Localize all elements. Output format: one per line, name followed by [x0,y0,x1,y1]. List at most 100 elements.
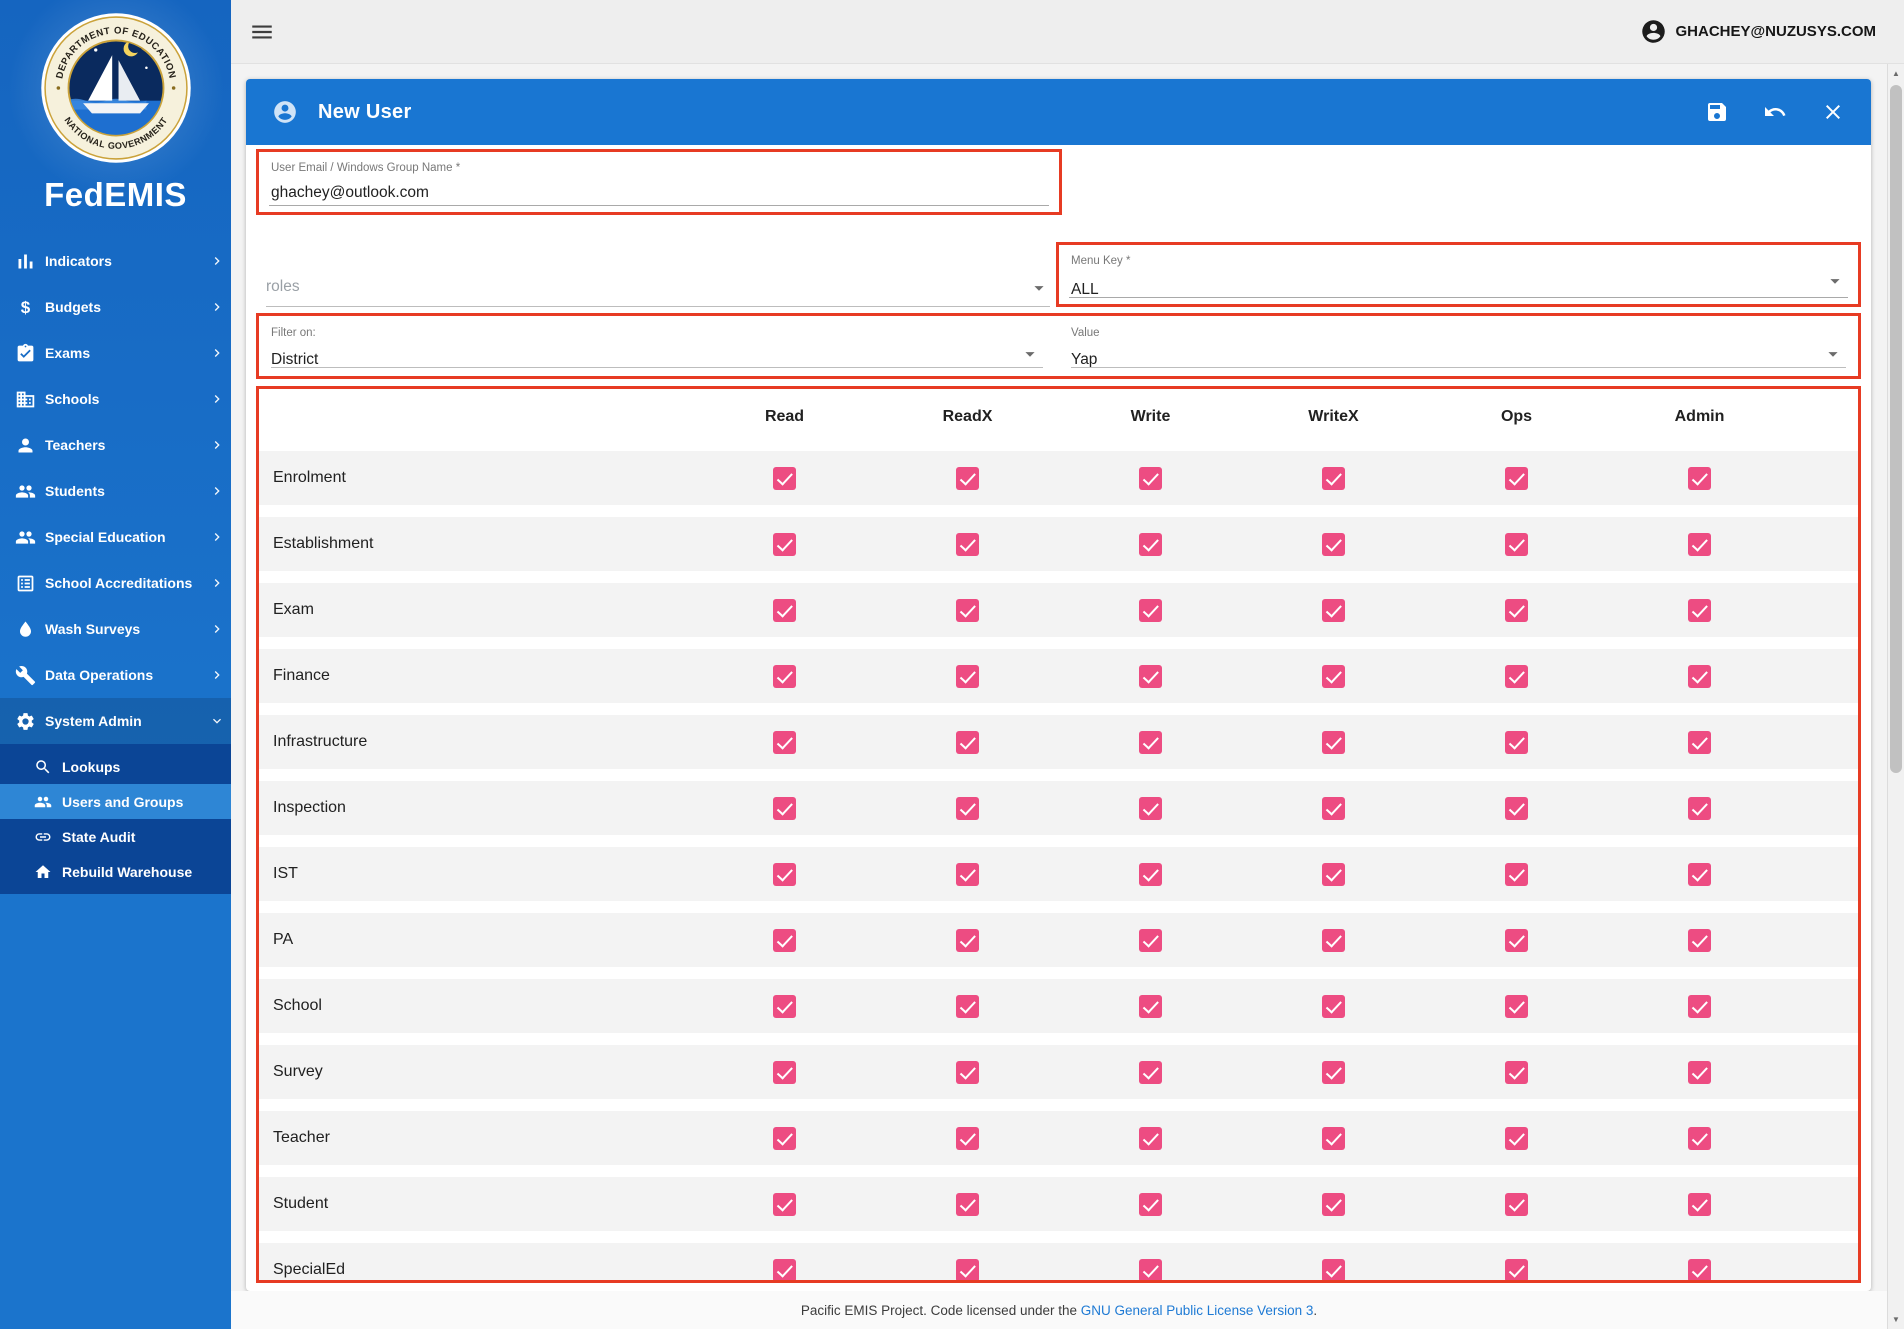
checkbox-teacher-ops[interactable] [1505,1126,1528,1150]
checkbox-pa-write[interactable] [1139,928,1162,952]
sidebar-item-system-admin[interactable]: System Admin [0,698,231,744]
checkbox-student-readx[interactable] [956,1192,979,1216]
checkbox-establishment-read[interactable] [773,532,796,556]
checkbox-student-writex[interactable] [1322,1192,1345,1216]
checkbox-finance-admin[interactable] [1688,664,1711,688]
checkbox-infrastructure-writex[interactable] [1322,730,1345,754]
checkbox-finance-write[interactable] [1139,664,1162,688]
checkbox-specialed-ops[interactable] [1505,1258,1528,1280]
checkbox-finance-writex[interactable] [1322,664,1345,688]
checkbox-school-read[interactable] [773,994,796,1018]
sidebar-item-teachers[interactable]: Teachers [0,422,231,468]
checkbox-school-writex[interactable] [1322,994,1345,1018]
checkbox-specialed-write[interactable] [1139,1258,1162,1280]
footer-license-link[interactable]: GNU General Public License Version 3 [1081,1303,1314,1318]
checkbox-establishment-write[interactable] [1139,532,1162,556]
checkbox-ist-write[interactable] [1139,862,1162,886]
sidebar-item-special-education[interactable]: Special Education [0,514,231,560]
filter-on-select[interactable]: Filter on: District [271,316,1043,376]
menu-key-field-group[interactable]: Menu Key * ALL [1056,242,1861,307]
scroll-up-arrow[interactable]: ▲ [1888,65,1904,82]
checkbox-finance-readx[interactable] [956,664,979,688]
checkbox-pa-writex[interactable] [1322,928,1345,952]
filter-value-select[interactable]: Value Yap [1071,316,1846,376]
checkbox-teacher-admin[interactable] [1688,1126,1711,1150]
checkbox-infrastructure-readx[interactable] [956,730,979,754]
checkbox-pa-admin[interactable] [1688,928,1711,952]
sidebar-subitem-state-audit[interactable]: State Audit [0,819,231,854]
checkbox-survey-readx[interactable] [956,1060,979,1084]
checkbox-teacher-write[interactable] [1139,1126,1162,1150]
checkbox-enrolment-ops[interactable] [1505,466,1528,490]
account-chip[interactable]: GHACHEY@NUZUSYS.COM [1640,18,1876,45]
checkbox-inspection-write[interactable] [1139,796,1162,820]
checkbox-specialed-writex[interactable] [1322,1258,1345,1280]
checkbox-ist-read[interactable] [773,862,796,886]
checkbox-exam-readx[interactable] [956,598,979,622]
checkbox-finance-read[interactable] [773,664,796,688]
checkbox-survey-read[interactable] [773,1060,796,1084]
sidebar-item-students[interactable]: Students [0,468,231,514]
sidebar-item-wash-surveys[interactable]: Wash Surveys [0,606,231,652]
checkbox-student-ops[interactable] [1505,1192,1528,1216]
checkbox-inspection-readx[interactable] [956,796,979,820]
checkbox-ist-readx[interactable] [956,862,979,886]
checkbox-pa-readx[interactable] [956,928,979,952]
checkbox-exam-write[interactable] [1139,598,1162,622]
checkbox-inspection-ops[interactable] [1505,796,1528,820]
checkbox-finance-ops[interactable] [1505,664,1528,688]
sidebar-subitem-rebuild-warehouse[interactable]: Rebuild Warehouse [0,854,231,889]
checkbox-establishment-admin[interactable] [1688,532,1711,556]
checkbox-specialed-read[interactable] [773,1258,796,1280]
checkbox-teacher-read[interactable] [773,1126,796,1150]
checkbox-enrolment-write[interactable] [1139,466,1162,490]
save-button[interactable] [1705,100,1729,124]
checkbox-school-admin[interactable] [1688,994,1711,1018]
checkbox-enrolment-admin[interactable] [1688,466,1711,490]
sidebar-item-indicators[interactable]: Indicators [0,238,231,284]
sidebar-subitem-users-and-groups[interactable]: Users and Groups [0,784,231,819]
checkbox-survey-admin[interactable] [1688,1060,1711,1084]
undo-button[interactable] [1763,100,1787,124]
close-button[interactable] [1821,100,1845,124]
sidebar-item-data-operations[interactable]: Data Operations [0,652,231,698]
checkbox-establishment-writex[interactable] [1322,532,1345,556]
menu-icon[interactable] [249,19,275,45]
checkbox-infrastructure-read[interactable] [773,730,796,754]
checkbox-infrastructure-ops[interactable] [1505,730,1528,754]
checkbox-infrastructure-write[interactable] [1139,730,1162,754]
roles-select[interactable]: roles [266,271,1050,307]
checkbox-inspection-writex[interactable] [1322,796,1345,820]
checkbox-infrastructure-admin[interactable] [1688,730,1711,754]
checkbox-ist-ops[interactable] [1505,862,1528,886]
checkbox-establishment-ops[interactable] [1505,532,1528,556]
checkbox-student-admin[interactable] [1688,1192,1711,1216]
checkbox-pa-read[interactable] [773,928,796,952]
checkbox-ist-writex[interactable] [1322,862,1345,886]
checkbox-pa-ops[interactable] [1505,928,1528,952]
scrollbar[interactable]: ▲ ▼ [1887,64,1904,1329]
checkbox-student-read[interactable] [773,1192,796,1216]
sidebar-item-exams[interactable]: Exams [0,330,231,376]
checkbox-survey-write[interactable] [1139,1060,1162,1084]
sidebar-item-schools[interactable]: Schools [0,376,231,422]
checkbox-school-ops[interactable] [1505,994,1528,1018]
scroll-down-arrow[interactable]: ▼ [1888,1311,1904,1328]
checkbox-inspection-read[interactable] [773,796,796,820]
checkbox-enrolment-writex[interactable] [1322,466,1345,490]
checkbox-student-write[interactable] [1139,1192,1162,1216]
checkbox-teacher-writex[interactable] [1322,1126,1345,1150]
email-input[interactable] [271,184,1045,202]
checkbox-survey-ops[interactable] [1505,1060,1528,1084]
checkbox-specialed-admin[interactable] [1688,1258,1711,1280]
sidebar-item-budgets[interactable]: $ Budgets [0,284,231,330]
checkbox-ist-admin[interactable] [1688,862,1711,886]
checkbox-specialed-readx[interactable] [956,1258,979,1280]
sidebar-item-school-accreditations[interactable]: School Accreditations [0,560,231,606]
checkbox-establishment-readx[interactable] [956,532,979,556]
checkbox-survey-writex[interactable] [1322,1060,1345,1084]
checkbox-teacher-readx[interactable] [956,1126,979,1150]
checkbox-enrolment-read[interactable] [773,466,796,490]
checkbox-school-write[interactable] [1139,994,1162,1018]
checkbox-exam-writex[interactable] [1322,598,1345,622]
